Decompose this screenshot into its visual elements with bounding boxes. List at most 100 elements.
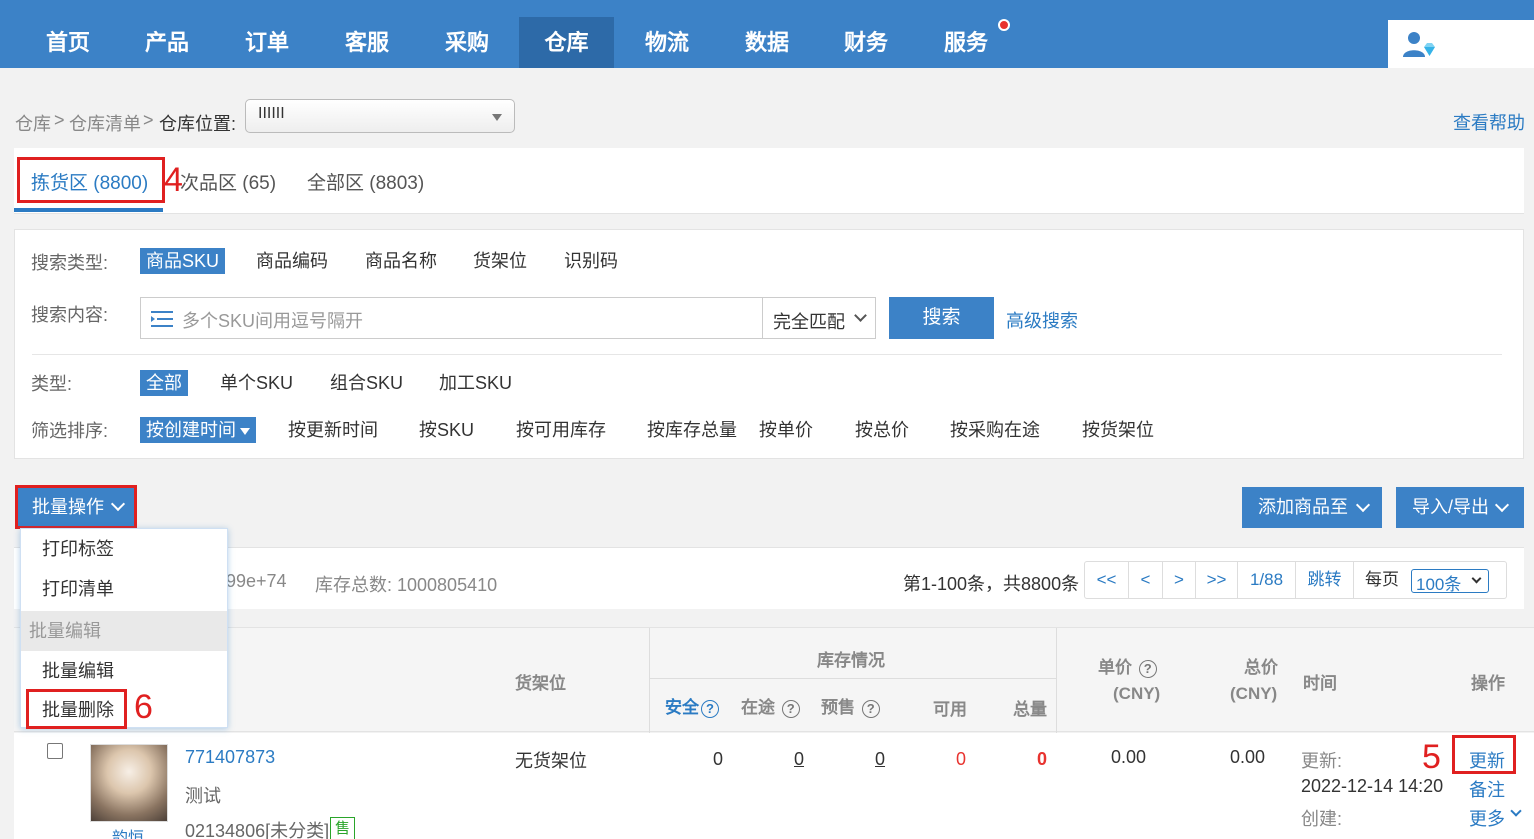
search-type-shelf[interactable]: 货架位 — [467, 248, 533, 274]
sort-created-time-label: 按创建时间 — [146, 420, 236, 440]
row-checkbox[interactable] — [47, 743, 63, 759]
help-icon[interactable]: ? — [861, 699, 880, 718]
updated-time: 2022-12-14 14:20 — [1301, 776, 1444, 796]
thumbnail-caption[interactable]: 韵恒 — [112, 824, 144, 839]
add-goods-button[interactable]: 添加商品至 — [1242, 487, 1382, 528]
total-value-text: 99e+74 — [226, 571, 287, 591]
kind-processed-sku[interactable]: 加工SKU — [433, 370, 518, 396]
breadcrumb-separator: > — [54, 110, 65, 130]
breadcrumb-warehouse[interactable]: 仓库 — [15, 110, 51, 136]
sort-created-time[interactable]: 按创建时间 — [140, 417, 256, 443]
sort-purchase-transit[interactable]: 按采购在途 — [944, 417, 1046, 443]
nav-item-data[interactable]: 数据 — [723, 17, 811, 68]
sort-unit-price[interactable]: 按单价 — [753, 417, 819, 443]
nav-item-logistics[interactable]: 物流 — [623, 17, 711, 68]
sort-total-price[interactable]: 按总价 — [849, 417, 915, 443]
nav-item-products[interactable]: 产品 — [123, 17, 211, 68]
divider — [32, 354, 1502, 355]
sort-total-stock[interactable]: 按库存总量 — [641, 417, 743, 443]
col-unit-price: 单价 ? — [1098, 653, 1157, 678]
chevron-down-icon — [1355, 497, 1371, 513]
nav-item-purchase[interactable]: 采购 — [423, 17, 511, 68]
search-content-label: 搜索内容: — [31, 305, 109, 325]
top-nav: 首页 产品 订单 客服 采购 仓库 物流 数据 财务 服务 — [0, 0, 1534, 68]
product-sku-link[interactable]: 771407873 — [185, 747, 275, 768]
advanced-search-link[interactable]: 高级搜索 — [1006, 307, 1078, 333]
chevron-down-icon — [854, 309, 867, 322]
nav-item-orders[interactable]: 订单 — [223, 17, 311, 68]
menu-print-label[interactable]: 打印标签 — [21, 529, 227, 569]
nav-item-home[interactable]: 首页 — [24, 17, 112, 68]
note-button[interactable]: 备注 — [1469, 776, 1505, 802]
pager-first-button[interactable]: << — [1085, 562, 1129, 598]
nav-item-warehouse[interactable]: 仓库 — [519, 17, 614, 68]
add-goods-label: 添加商品至 — [1258, 497, 1348, 517]
notification-dot — [998, 19, 1010, 31]
col-divider — [649, 628, 650, 733]
pager-last-button[interactable]: >> — [1196, 562, 1238, 598]
product-code: 02134806[未分类] — [185, 821, 330, 839]
help-icon[interactable]: ? — [781, 699, 800, 718]
col-shelf: 货架位 — [515, 674, 566, 693]
step-marker-4: 4 — [164, 161, 183, 199]
product-thumbnail[interactable] — [90, 744, 168, 822]
col-presale-label: 预售 — [821, 698, 855, 717]
col-unit-price-label: 单价 — [1098, 658, 1132, 677]
col-ops: 操作 — [1471, 674, 1505, 693]
col-total: 总量 — [1013, 700, 1047, 719]
help-link[interactable]: 查看帮助 — [1453, 109, 1525, 135]
col-transit-label: 在途 — [741, 698, 775, 717]
nav-item-finance[interactable]: 财务 — [822, 17, 910, 68]
col-divider — [1056, 628, 1057, 733]
user-menu[interactable] — [1388, 20, 1534, 68]
search-input[interactable]: 多个SKU间用逗号隔开 — [140, 297, 762, 339]
highlight-box-batch — [15, 485, 137, 529]
menu-batch-edit[interactable]: 批量编辑 — [21, 651, 227, 691]
search-type-code[interactable]: 商品编码 — [250, 248, 334, 274]
kind-single-sku[interactable]: 单个SKU — [214, 370, 299, 396]
nav-item-service[interactable]: 客服 — [323, 17, 411, 68]
breadcrumb-warehouse-list[interactable]: 仓库清单 — [69, 110, 141, 136]
sort-available-stock[interactable]: 按可用库存 — [510, 417, 612, 443]
search-panel: 搜索类型: 商品SKU 商品编码 商品名称 货架位 识别码 搜索内容: 多个SK… — [14, 229, 1524, 459]
search-button[interactable]: 搜索 — [889, 297, 994, 339]
user-icon — [1403, 32, 1435, 57]
tab-defect-zone[interactable]: 次品区 (65) — [180, 168, 276, 195]
search-type-sku[interactable]: 商品SKU — [140, 248, 226, 274]
tab-all-zone[interactable]: 全部区 (8803) — [307, 168, 424, 195]
sort-shelf[interactable]: 按货架位 — [1076, 417, 1160, 443]
sort-sku[interactable]: 按SKU — [413, 417, 480, 443]
match-mode-select[interactable]: 完全匹配 — [762, 297, 876, 339]
pager-prev-button[interactable]: < — [1129, 562, 1163, 598]
help-icon[interactable]: ? — [701, 699, 719, 718]
menu-print-list[interactable]: 打印清单 — [21, 569, 227, 609]
match-mode-value: 完全匹配 — [773, 312, 845, 332]
col-total-price: 总价 — [1244, 658, 1278, 677]
help-icon[interactable]: ? — [1138, 659, 1157, 678]
safe-stock-value: 0 — [713, 749, 724, 769]
transit-stock-link[interactable]: 0 — [794, 749, 804, 770]
total-stock-value: 0 — [1037, 749, 1048, 769]
nav-item-services[interactable]: 服务 — [922, 17, 1010, 68]
per-page-select[interactable]: 100条 — [1411, 569, 1489, 594]
warehouse-location-select[interactable]: IIIIII — [245, 99, 515, 133]
kind-combo-sku[interactable]: 组合SKU — [324, 370, 409, 396]
presale-stock-link[interactable]: 0 — [875, 749, 885, 770]
pager-jump-button[interactable]: 跳转 — [1296, 562, 1354, 598]
stock-total-text: 库存总数: 1000805410 — [315, 575, 498, 595]
caret-down-icon — [492, 114, 502, 121]
col-unit-price-currency: (CNY) — [1113, 684, 1161, 703]
location-value: IIIIII — [258, 105, 285, 122]
kind-all[interactable]: 全部 — [140, 370, 188, 396]
import-export-button[interactable]: 导入/导出 — [1396, 487, 1524, 528]
search-type-name[interactable]: 商品名称 — [359, 248, 443, 274]
sort-updated-time[interactable]: 按更新时间 — [282, 417, 384, 443]
col-total-price-currency: (CNY) — [1230, 684, 1278, 703]
summary-bar: 99e+74 库存总数: 1000805410 第1-100条，共8800条 <… — [14, 547, 1524, 609]
search-type-idcode[interactable]: 识别码 — [558, 248, 624, 274]
pager-next-button[interactable]: > — [1163, 562, 1196, 598]
more-menu-button[interactable]: 更多 — [1469, 805, 1505, 831]
product-name: 测试 — [185, 786, 221, 806]
pager-page-indicator[interactable]: 1/88 — [1238, 562, 1296, 598]
caret-down-icon — [240, 427, 250, 435]
